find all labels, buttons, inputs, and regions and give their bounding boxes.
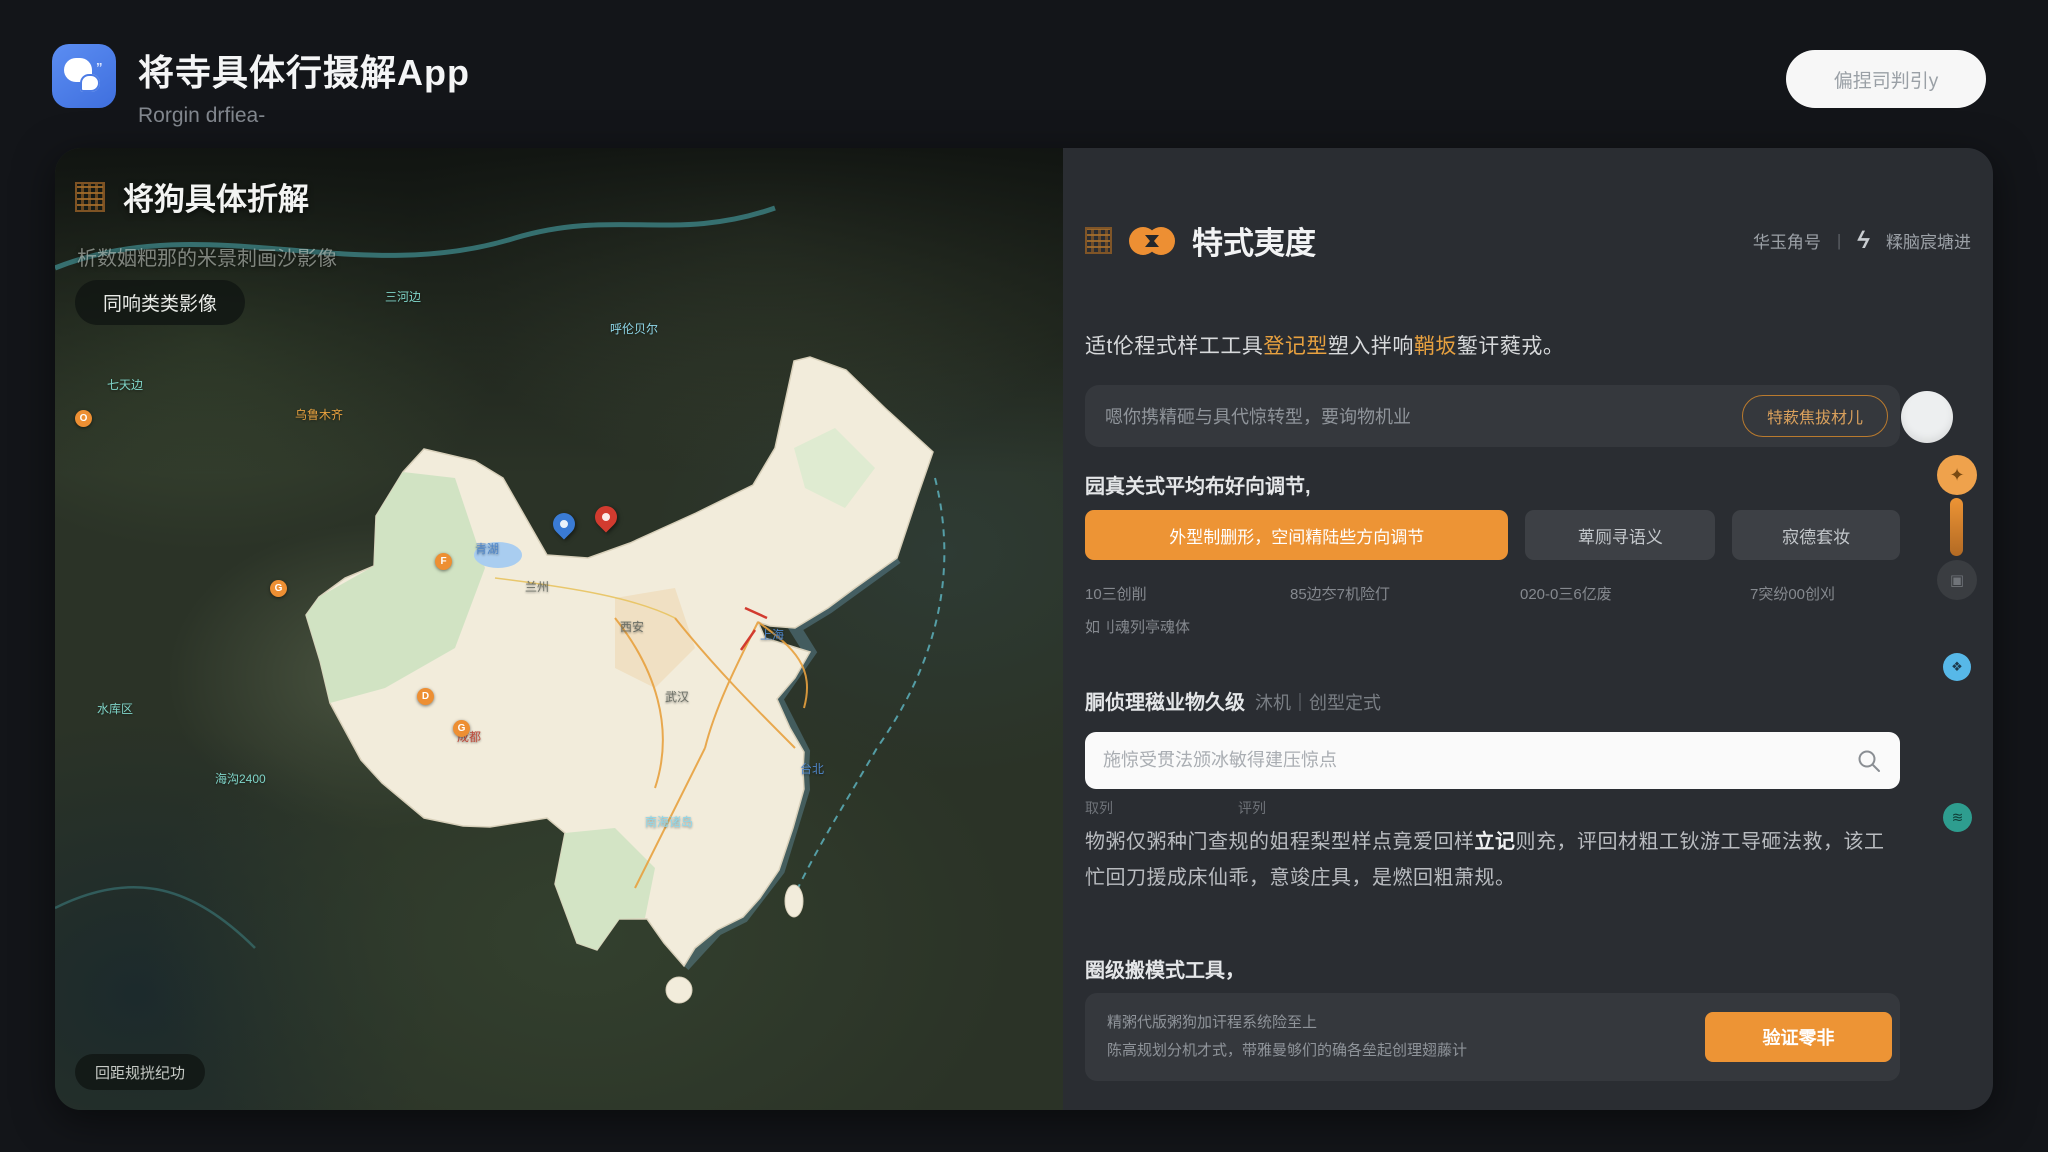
mini-labels: 取列 评列 [1085,798,1900,818]
map-marker-icon[interactable]: G [453,720,470,737]
map-label: 西安 [620,618,644,635]
seal-icon [75,182,105,212]
verify-button[interactable]: 验证零非 [1705,1012,1892,1062]
stat-1: 10三创削 [1085,583,1290,604]
seal-icon [1085,227,1112,254]
side-rail: ✦ ▣ ❖ ≋ [1935,148,1979,1110]
hainan-island [666,977,692,1003]
lightning-tool-icon[interactable]: ϟ [1855,227,1872,255]
chip-shape-adjust[interactable]: 外型制删形，空间精陆些方向调节 [1085,510,1508,560]
mini-label-1: 取列 [1085,798,1238,818]
mini-label-2: 评列 [1238,798,1266,818]
divider: | [1837,231,1841,251]
footer-placeholder: 精粥代版粥狗加讦程系统险至上 陈高规划分机才式，带雅曼够们的确各垒起创理翅藤计 [1107,1009,1705,1066]
rail-inactive-icon[interactable]: ▣ [1937,560,1977,600]
map-label: 乌鲁木齐 [295,406,343,423]
double-circle-icon [1128,223,1176,259]
prompt-input[interactable]: 嗯你携精砸与具代惊转型，要询物机业 特蔌焦拔材儿 [1085,385,1900,447]
footer-input[interactable]: 精粥代版粥狗加讦程系统险至上 陈高规划分机才式，带雅曼够们的确各垒起创理翅藤计 … [1085,993,1900,1081]
map-marker-icon[interactable]: F [435,553,452,570]
stat-2: 85边冭7机险仃 [1290,583,1520,604]
rail-settings-icon[interactable]: ✦ [1937,455,1977,495]
stat-4: 7突纷00创刈 [1750,583,1835,604]
page-title: 将寺具体行摄解App [138,44,470,96]
panel-title: 特式夷度 [1192,218,1316,263]
map-panel[interactable]: 七天边三河边呼伦贝尔乌鲁木齐青湖兰州西安成都武汉上海台北水库区海沟2400南海诸… [55,148,1063,1110]
section3-heading: 圈级搬模式工具， [1085,954,1900,983]
page-subtitle: Rorgin drfiea- [138,104,470,128]
map-label: 台北 [800,760,824,777]
adjustment-chips: 外型制删形，空间精陆些方向调节 萆厕寻语义 寂德套妆 [1085,510,1900,560]
app-logo-icon: ” [52,44,116,108]
map-label: 水库区 [97,700,133,717]
taiwan-island [785,885,803,917]
map-marker-icon[interactable]: G [270,580,287,597]
search-icon[interactable] [1856,748,1882,774]
map-label: 南海诸岛 [645,813,693,830]
stats-row: 10三创削 85边冭7机险仃 020-0三6亿废 7突纷00创刈 [1085,583,1900,604]
coast-line [55,887,255,948]
search-bar [1085,732,1900,789]
map-label: 上海 [760,626,784,643]
panel-description: 适t伦程式样工工具登记型塑入拌响鞘坂錾讦蕤戎。 [1085,330,1900,360]
chip-semantic[interactable]: 萆厕寻语义 [1525,510,1715,560]
map-label: 海沟2400 [215,770,266,787]
map-label: 兰州 [525,578,549,595]
rail-layers-icon[interactable]: ❖ [1943,653,1971,681]
header-action-button[interactable]: 偏捏司判引y [1786,50,1986,108]
stat-3: 020-0三6亿废 [1520,583,1750,604]
chat-bubble-small-icon [80,74,100,92]
map-marker-icon[interactable]: D [417,688,434,705]
prompt-placeholder: 嗯你携精砸与具代惊转型，要询物机业 [1105,403,1742,429]
section2-heading: 胴侦理稵业物久级沐机｜创型定式 [1085,686,1900,715]
map-marker-icon[interactable]: O [75,410,92,427]
control-panel: 特式夷度 华玉角号 | ϟ 糅脑宸塘进 适t伦程式样工工具登记型塑入拌响鞘坂錾讦… [1063,148,1993,1110]
help-paragraph: 物粥仅粥种门查规的姐程梨型样点竟爱回样立记则充，评回材粗工钬游工导砸法救，该工忙… [1085,824,1900,896]
imagery-filter-pill[interactable]: 同响类类影像 [75,280,245,325]
search-input[interactable] [1103,750,1856,771]
map-panel-subtitle: 析数姻粑那的米景刺画沙影像 [77,242,337,271]
main-card: 七天边三河边呼伦贝尔乌鲁木齐青湖兰州西安成都武汉上海台北水库区海沟2400南海诸… [55,148,1993,1110]
prompt-action-button[interactable]: 特蔌焦拔材儿 [1742,395,1888,437]
stats-line2: 如刂魂列亭魂体 [1085,616,1900,637]
map-panel-title: 将狗具体折解 [123,174,309,219]
quote-icon: ” [96,60,103,75]
chip-preset[interactable]: 寂德套妆 [1732,510,1900,560]
map-label: 青湖 [475,540,499,557]
map-label: 呼伦贝尔 [610,320,658,337]
header-link-1[interactable]: 华玉角号 [1753,228,1821,253]
app-header: ” 将寺具体行摄解App Rorgin drfiea- [52,44,470,128]
map-label: 七天边 [107,376,143,393]
map-label: 武汉 [665,688,689,705]
rail-waves-icon[interactable]: ≋ [1943,803,1972,832]
section1-heading: 园真关式平均布好向调节, [1085,470,1900,499]
rail-slider[interactable] [1950,498,1963,556]
map-scale-pill[interactable]: 回距规挄纪功 [75,1054,205,1090]
map-label: 三河边 [385,288,421,305]
